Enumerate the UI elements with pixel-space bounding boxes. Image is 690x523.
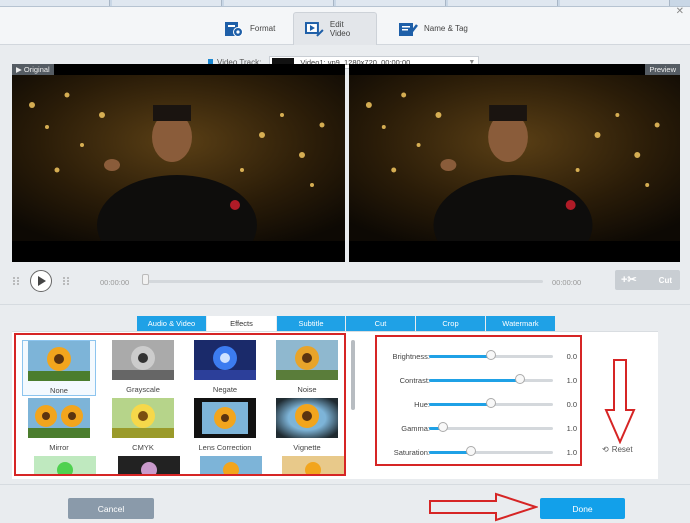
tab-crop[interactable]: Crop [416,316,486,331]
cancel-button[interactable]: Cancel [68,498,154,519]
tab-subtitle[interactable]: Subtitle [277,316,346,331]
scissors-icon: +✂ [621,274,637,286]
tab-edit-video[interactable]: Edit Video [293,12,377,45]
reset-icon: ⟲ [602,445,609,454]
tab-audio-video[interactable]: Audio & Video [137,316,207,331]
edit-tabs: Audio & Video Effects Subtitle Cut Crop … [137,316,556,331]
reset-button[interactable]: ⟲ Reset [602,445,633,454]
annotation-box-adjustments [375,335,582,466]
tab-name-tag[interactable]: Name & Tag [388,12,478,45]
done-button[interactable]: Done [540,498,625,519]
name-tag-icon [399,22,418,36]
original-video-frame [12,75,345,241]
end-time: 00:00:00 [552,278,582,287]
cut-button[interactable]: +✂ Cut [615,270,680,290]
top-toolbar: Format Edit Video Name & Tag [0,7,690,45]
preview-video-frame [349,75,680,241]
original-label: ▶ Original [12,64,54,75]
play-marker-icon: ▶ [16,65,24,74]
current-time: 00:00:00 [100,278,130,287]
divider [0,304,690,305]
tab-effects[interactable]: Effects [207,316,277,331]
seek-bar[interactable] [145,280,543,283]
divider [0,484,690,485]
edit-video-icon [304,22,324,37]
effects-scrollbar[interactable] [351,340,355,410]
play-button[interactable] [30,270,52,292]
tab-name-tag-label: Name & Tag [424,24,468,33]
close-icon[interactable]: ✕ [676,6,684,17]
preview-video-pane: Preview [349,64,680,262]
preview-label: Preview [645,64,680,75]
tab-watermark[interactable]: Watermark [486,316,556,331]
cut-button-label: Cut [658,275,672,285]
tab-format[interactable]: Format [214,12,285,45]
transport-bar: 00:00:00 00:00:00 +✂ Cut [12,266,680,296]
grip-icon [13,277,19,285]
tab-cut[interactable]: Cut [346,316,416,331]
annotation-arrow-down [604,359,636,444]
tab-edit-video-label: Edit Video [329,20,351,38]
grip-icon [63,277,69,285]
browser-tab-strip [0,0,690,7]
format-icon [225,21,243,37]
annotation-arrow-right [429,492,538,522]
original-video-pane: ▶ Original [12,64,345,262]
annotation-box-effects [14,333,346,476]
seek-handle[interactable] [142,274,149,285]
tab-format-label: Format [250,24,276,33]
play-icon [37,275,46,286]
reset-label: Reset [611,445,633,454]
